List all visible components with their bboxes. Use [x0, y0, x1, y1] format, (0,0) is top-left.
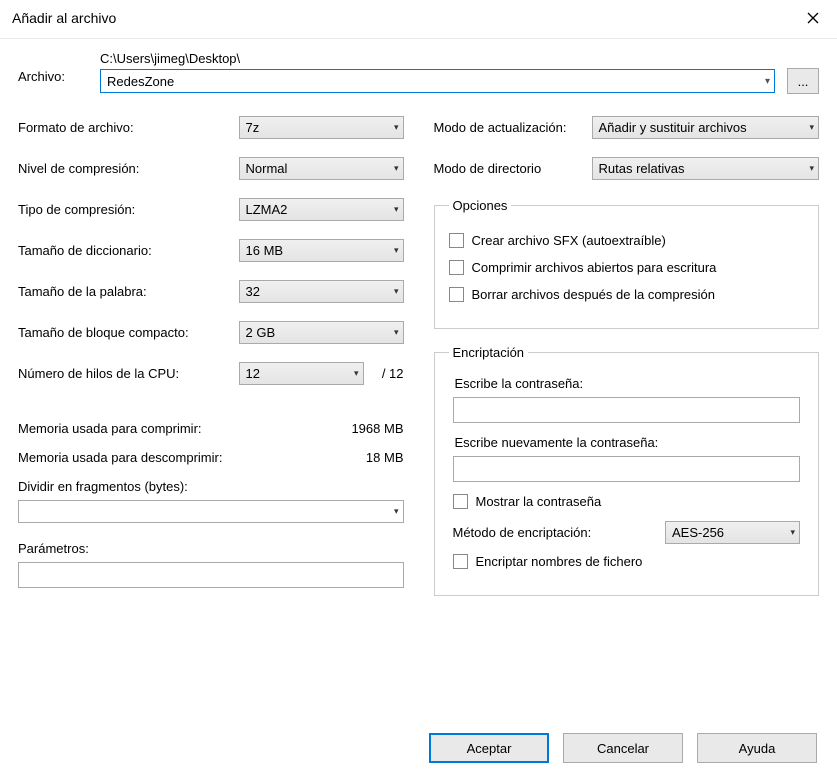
browse-label: ... [798, 74, 809, 89]
deleteafter-checkbox[interactable] [449, 287, 464, 302]
chevron-down-icon: ▾ [809, 122, 814, 133]
word-select[interactable]: 32 ▾ [239, 280, 404, 303]
openfiles-checkbox[interactable] [449, 260, 464, 275]
sfx-checkbox[interactable] [449, 233, 464, 248]
showpassword-label: Mostrar la contraseña [476, 494, 602, 509]
update-mode-label: Modo de actualización: [434, 120, 584, 135]
ctype-value: LZMA2 [246, 202, 288, 217]
chevron-down-icon: ▾ [354, 368, 359, 379]
split-label: Dividir en fragmentos (bytes): [18, 479, 404, 494]
chevron-down-icon: ▾ [809, 163, 814, 174]
mem-decompress-label: Memoria usada para descomprimir: [18, 450, 222, 465]
format-select[interactable]: 7z ▾ [239, 116, 404, 139]
help-label: Ayuda [739, 741, 776, 756]
encryptnames-checkbox[interactable] [453, 554, 468, 569]
dir-mode-label: Modo de directorio [434, 161, 584, 176]
close-icon[interactable] [801, 6, 825, 30]
chevron-down-icon: ▾ [394, 122, 399, 133]
format-value: 7z [246, 120, 260, 135]
update-mode-select[interactable]: Añadir y sustituir archivos ▾ [592, 116, 820, 139]
showpassword-checkbox[interactable] [453, 494, 468, 509]
cancel-button[interactable]: Cancelar [563, 733, 683, 763]
ok-label: Aceptar [467, 741, 512, 756]
level-select[interactable]: Normal ▾ [239, 157, 404, 180]
mem-compress-value: 1968 MB [351, 421, 403, 436]
threads-select[interactable]: 12 ▾ [239, 362, 364, 385]
options-group: Opciones Crear archivo SFX (autoextraíbl… [434, 198, 820, 329]
chevron-down-icon: ▾ [394, 163, 399, 174]
password2-label: Escribe nuevamente la contraseña: [455, 435, 805, 450]
chevron-down-icon: ▾ [394, 327, 399, 338]
options-legend: Opciones [449, 198, 512, 213]
openfiles-label: Comprimir archivos abiertos para escritu… [472, 260, 717, 275]
window-title: Añadir al archivo [12, 10, 116, 26]
word-value: 32 [246, 284, 260, 299]
threads-max: / 12 [364, 366, 404, 381]
enc-method-value: AES-256 [672, 525, 724, 540]
split-combo[interactable]: ▾ [18, 500, 404, 523]
enc-method-select[interactable]: AES-256 ▾ [665, 521, 800, 544]
chevron-down-icon: ▾ [765, 76, 770, 87]
chevron-down-icon: ▾ [790, 527, 795, 538]
help-button[interactable]: Ayuda [697, 733, 817, 763]
chevron-down-icon: ▾ [394, 245, 399, 256]
block-select[interactable]: 2 GB ▾ [239, 321, 404, 344]
threads-label: Número de hilos de la CPU: [18, 366, 239, 381]
archive-label: Archivo: [18, 51, 82, 84]
password1-input[interactable] [453, 397, 801, 423]
ctype-select[interactable]: LZMA2 ▾ [239, 198, 404, 221]
password2-input[interactable] [453, 456, 801, 482]
ok-button[interactable]: Aceptar [429, 733, 549, 763]
encryptnames-label: Encriptar nombres de fichero [476, 554, 643, 569]
params-label: Parámetros: [18, 541, 404, 556]
password1-label: Escribe la contraseña: [455, 376, 805, 391]
level-label: Nivel de compresión: [18, 161, 239, 176]
mem-decompress-value: 18 MB [366, 450, 404, 465]
encryption-group: Encriptación Escribe la contraseña: Escr… [434, 345, 820, 596]
threads-value: 12 [246, 366, 260, 381]
dir-mode-value: Rutas relativas [599, 161, 685, 176]
archive-path: C:\Users\jimeg\Desktop\ [100, 51, 819, 66]
format-label: Formato de archivo: [18, 120, 239, 135]
archive-name-value: RedesZone [107, 74, 174, 89]
params-input[interactable] [18, 562, 404, 588]
cancel-label: Cancelar [597, 741, 649, 756]
sfx-label: Crear archivo SFX (autoextraíble) [472, 233, 666, 248]
chevron-down-icon: ▾ [394, 204, 399, 215]
archive-name-combo[interactable]: RedesZone ▾ [100, 69, 775, 93]
dict-value: 16 MB [246, 243, 284, 258]
mem-compress-label: Memoria usada para comprimir: [18, 421, 202, 436]
dict-select[interactable]: 16 MB ▾ [239, 239, 404, 262]
dir-mode-select[interactable]: Rutas relativas ▾ [592, 157, 820, 180]
enc-method-label: Método de encriptación: [453, 525, 656, 540]
block-value: 2 GB [246, 325, 276, 340]
update-mode-value: Añadir y sustituir archivos [599, 120, 747, 135]
dict-label: Tamaño de diccionario: [18, 243, 239, 258]
block-label: Tamaño de bloque compacto: [18, 325, 239, 340]
browse-button[interactable]: ... [787, 68, 819, 94]
word-label: Tamaño de la palabra: [18, 284, 239, 299]
ctype-label: Tipo de compresión: [18, 202, 239, 217]
encryption-legend: Encriptación [449, 345, 529, 360]
chevron-down-icon: ▾ [394, 286, 399, 297]
chevron-down-icon: ▾ [394, 506, 399, 517]
deleteafter-label: Borrar archivos después de la compresión [472, 287, 716, 302]
level-value: Normal [246, 161, 288, 176]
